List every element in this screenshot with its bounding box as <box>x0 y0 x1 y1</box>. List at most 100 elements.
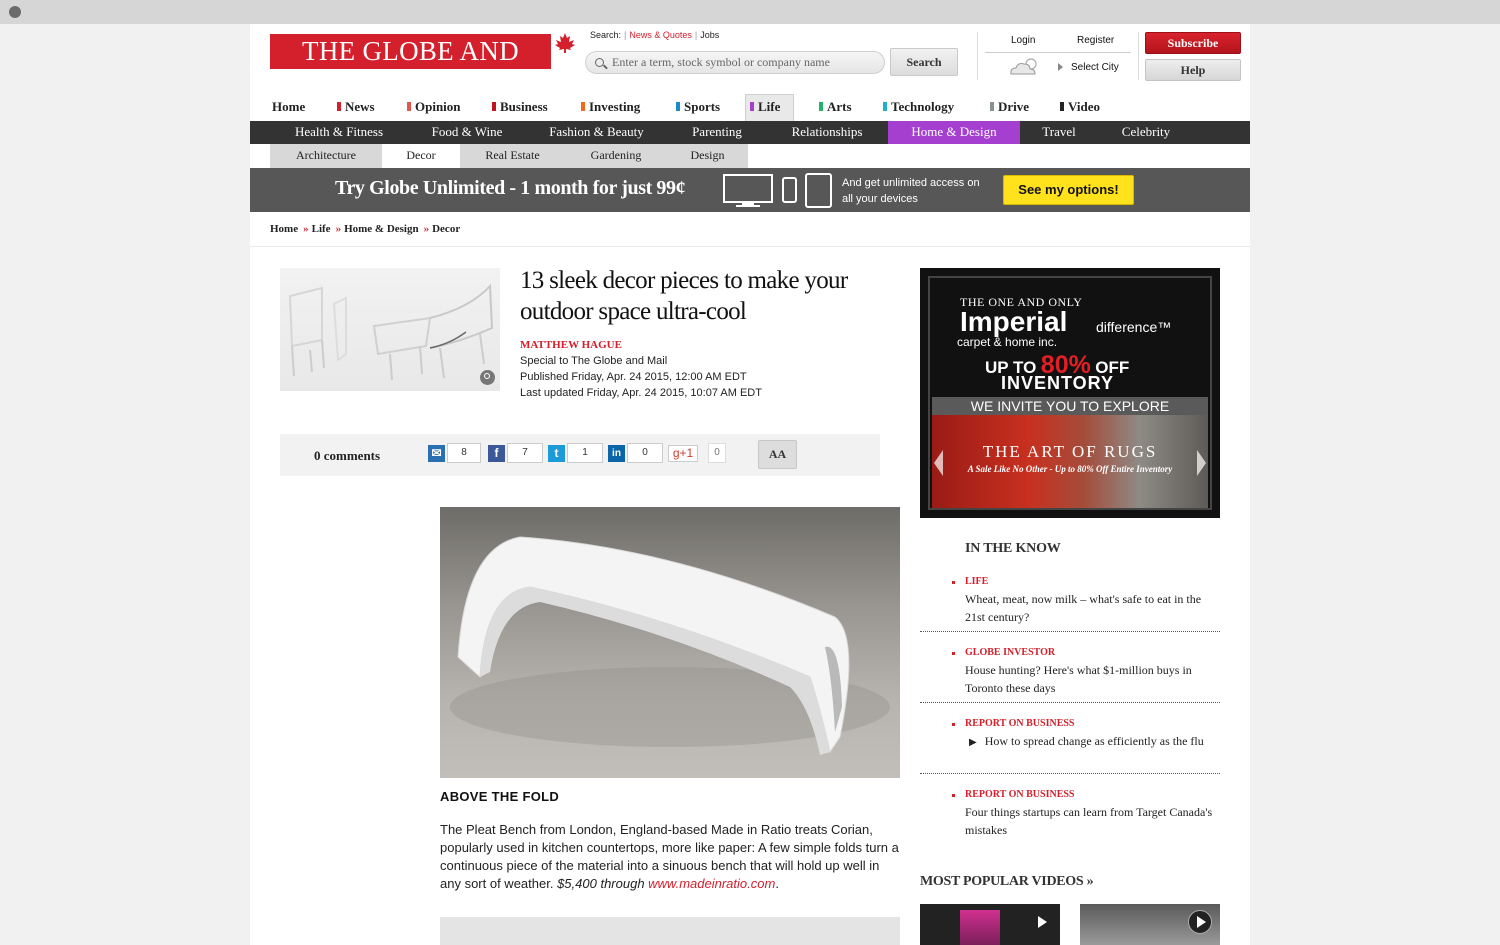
nav-arts[interactable]: Arts <box>819 94 852 121</box>
comments-link[interactable]: 0 comments <box>314 448 380 464</box>
help-button[interactable]: Help <box>1145 59 1241 81</box>
ad-brand: Imperial <box>960 306 1068 337</box>
article-author[interactable]: MATTHEW HAGUE <box>520 339 622 351</box>
subnav-travel[interactable]: Travel <box>1025 121 1093 144</box>
divider <box>977 32 978 80</box>
nav-sports[interactable]: Sports <box>676 94 720 121</box>
maple-leaf-icon <box>555 33 575 53</box>
bullet <box>952 652 955 655</box>
search-button[interactable]: Search <box>890 48 958 76</box>
subnav-gardening[interactable]: Gardening <box>565 144 667 168</box>
bullet <box>952 723 955 726</box>
in-the-know-item[interactable]: REPORT ON BUSINESS Four things startups … <box>920 789 1220 845</box>
breadcrumb-life[interactable]: Life <box>312 223 331 235</box>
subnav-home-design[interactable]: Home & Design <box>888 121 1020 144</box>
google-plus-icon[interactable]: g+1 <box>668 445 698 462</box>
item-headline-video[interactable]: ▶ How to spread change as efficiently as … <box>965 732 1220 752</box>
article-price: $5,400 through <box>557 876 649 891</box>
in-the-know-item[interactable]: LIFE Wheat, meat, now milk – what's safe… <box>920 576 1220 632</box>
subnav-fashion-beauty[interactable]: Fashion & Beauty <box>528 121 665 144</box>
imperial-carpet-ad[interactable]: THE ONE AND ONLY Imperial difference™ ca… <box>920 268 1220 518</box>
in-the-know-item[interactable]: GLOBE INVESTOR House hunting? Here's wha… <box>920 647 1220 703</box>
page: THE GLOBE AND MAIL Search: | News & Quotes… <box>250 24 1250 945</box>
unlimited-promo-banner[interactable]: Try Globe Unlimited - 1 month for just 9… <box>250 168 1250 212</box>
city-arrow-icon <box>1058 63 1063 71</box>
article-thumbnail[interactable] <box>280 268 500 391</box>
facebook-icon[interactable]: f <box>488 445 505 462</box>
register-link[interactable]: Register <box>1077 35 1114 46</box>
ad-next-icon[interactable] <box>1197 450 1206 476</box>
video-thumbnail[interactable] <box>920 904 1060 945</box>
in-the-know-item[interactable]: REPORT ON BUSINESS ▶ How to spread change… <box>920 718 1220 774</box>
nav-opinion[interactable]: Opinion <box>407 94 461 121</box>
nav-news[interactable]: News <box>337 94 375 121</box>
nav-business[interactable]: Business <box>492 94 548 121</box>
section-marker <box>819 102 823 111</box>
news-quotes-link[interactable]: News & Quotes <box>629 30 692 40</box>
next-article-image[interactable] <box>440 917 900 945</box>
subnav-decor[interactable]: Decor <box>382 144 460 168</box>
envelope-share-icon[interactable]: ✉ <box>428 445 445 462</box>
share-count-linkedin: 0 <box>627 443 663 463</box>
section-marker <box>990 102 994 111</box>
site-logo[interactable]: THE GLOBE AND MAIL <box>270 34 551 101</box>
subnav-celebrity[interactable]: Celebrity <box>1102 121 1190 144</box>
chairs-photo <box>288 283 494 381</box>
jobs-link[interactable]: Jobs <box>700 30 719 40</box>
item-headline[interactable]: Wheat, meat, now milk – what's safe to e… <box>965 590 1220 626</box>
devices-icon <box>723 173 832 208</box>
subscribe-button[interactable]: Subscribe <box>1145 32 1241 54</box>
subnav-design[interactable]: Design <box>667 144 748 168</box>
text-size-button[interactable]: AA <box>758 440 797 469</box>
madeinratio-link[interactable]: www.madeinratio.com <box>648 876 775 891</box>
nav-life[interactable]: Life <box>750 94 780 121</box>
subnav-relationships[interactable]: Relationships <box>770 121 884 144</box>
section-marker <box>1060 102 1064 111</box>
breadcrumb-home-design[interactable]: Home & Design <box>344 223 419 235</box>
window-dot[interactable] <box>9 6 21 18</box>
article-updated: Last updated Friday, Apr. 24 2015, 10:07… <box>520 387 762 399</box>
subnav-food-wine[interactable]: Food & Wine <box>415 121 519 144</box>
login-link[interactable]: Login <box>1011 35 1035 46</box>
item-category[interactable]: REPORT ON BUSINESS <box>965 789 1075 800</box>
ad-sub: carpet & home inc. <box>957 335 1058 349</box>
article-body-paragraph: The Pleat Bench from London, England-bas… <box>440 821 900 893</box>
linkedin-icon[interactable]: in <box>608 445 625 462</box>
popular-videos-title[interactable]: MOST POPULAR VIDEOS » <box>920 874 1094 890</box>
section-marker <box>337 102 341 111</box>
nav-drive[interactable]: Drive <box>990 94 1029 121</box>
item-category[interactable]: REPORT ON BUSINESS <box>965 718 1075 729</box>
weather-cloud-icon <box>1010 58 1037 75</box>
breadcrumb-home[interactable]: Home <box>270 223 298 235</box>
see-options-button[interactable]: See my options! <box>1003 175 1134 205</box>
ad-sale: A Sale Like No Other - Up to 80% Off Ent… <box>967 464 1173 474</box>
home-design-subnav: Architecture Decor Real Estate Gardening… <box>270 144 748 168</box>
ad-invite: WE INVITE YOU TO EXPLORE <box>932 397 1208 415</box>
bullet <box>952 794 955 797</box>
search-input[interactable]: Enter a term, stock symbol or company na… <box>585 51 885 74</box>
nav-investing[interactable]: Investing <box>581 94 640 121</box>
ad-prev-icon[interactable] <box>934 450 943 476</box>
subnav-health-fitness[interactable]: Health & Fitness <box>272 121 406 144</box>
ad-difference: difference™ <box>1096 319 1172 335</box>
subnav-architecture[interactable]: Architecture <box>270 144 382 168</box>
breadcrumb-decor[interactable]: Decor <box>432 223 460 235</box>
nav-video[interactable]: Video <box>1060 94 1100 121</box>
item-category[interactable]: GLOBE INVESTOR <box>965 647 1055 658</box>
item-headline[interactable]: House hunting? Here's what $1-million bu… <box>965 661 1220 697</box>
video-thumbnail[interactable] <box>1080 904 1220 945</box>
item-category[interactable]: LIFE <box>965 576 988 587</box>
zoom-icon[interactable] <box>480 370 495 385</box>
article-headline: 13 sleek decor pieces to make your outdo… <box>520 267 848 325</box>
subnav-real-estate[interactable]: Real Estate <box>460 144 565 168</box>
nav-technology[interactable]: Technology <box>883 94 954 121</box>
ad-art: THE ART OF RUGS <box>982 442 1158 461</box>
select-city-link[interactable]: Select City <box>1071 62 1119 73</box>
search-placeholder: Enter a term, stock symbol or company na… <box>612 55 830 69</box>
twitter-icon[interactable]: t <box>548 445 565 462</box>
section-marker <box>407 102 411 111</box>
subnav-parenting[interactable]: Parenting <box>673 121 761 144</box>
item-headline[interactable]: Four things startups can learn from Targ… <box>965 803 1220 839</box>
article-main-image[interactable] <box>440 507 900 778</box>
nav-home[interactable]: Home <box>272 94 305 121</box>
